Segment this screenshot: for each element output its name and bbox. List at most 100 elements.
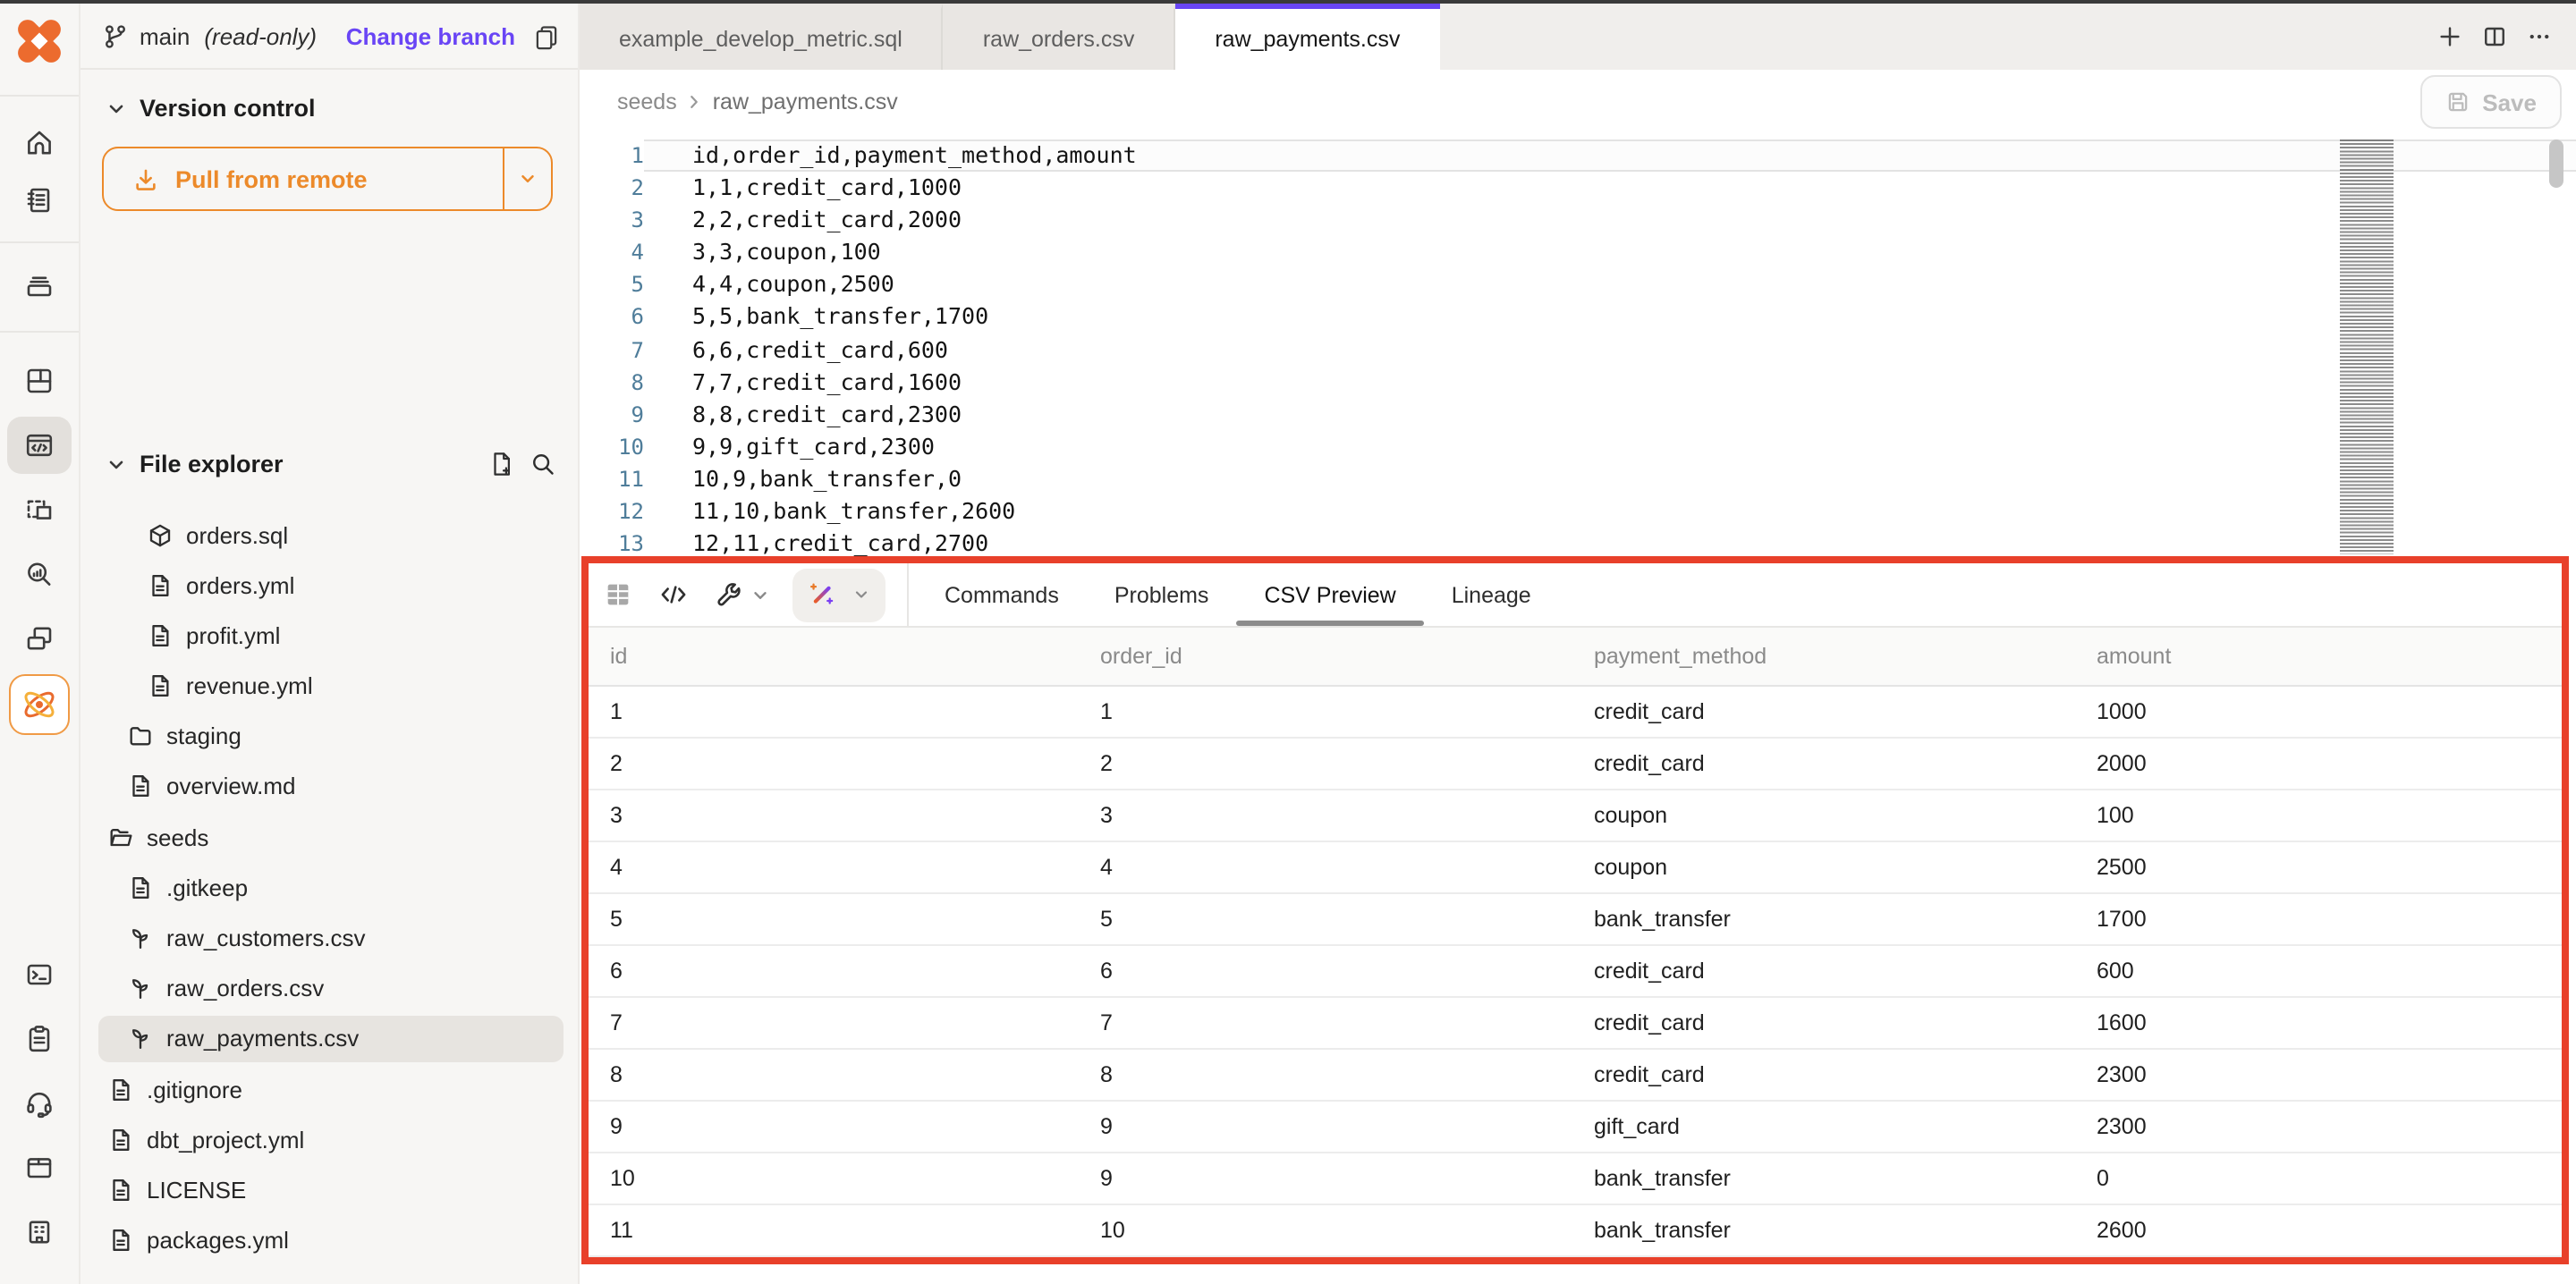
file-tree-item[interactable]: packages.yml (98, 1217, 564, 1263)
rail-nav-icon[interactable] (7, 172, 72, 229)
new-tab-icon[interactable] (2436, 23, 2463, 50)
search-icon[interactable] (530, 451, 556, 477)
chevron-down-icon[interactable] (750, 584, 771, 605)
pull-from-remote-button[interactable]: Pull from remote (102, 147, 553, 211)
panel-tab[interactable]: CSV Preview (1264, 563, 1395, 626)
tab-label: example_develop_metric.sql (619, 27, 902, 52)
code-text: id,order_id,payment_method,amount (692, 141, 1137, 168)
cell-id: 4 (610, 855, 1100, 880)
git-branch-icon (102, 22, 129, 49)
code-text: 3,3,coupon,100 (692, 239, 881, 266)
build-wrench-icon[interactable] (714, 579, 744, 610)
rail-nav-icon[interactable] (7, 1075, 72, 1132)
rail-nav-icon[interactable] (7, 481, 72, 538)
file-tree-item[interactable]: staging (98, 714, 564, 760)
code-editor[interactable]: 1 id,order_id,payment_method,amount 2 1,… (580, 134, 2576, 556)
file-name: seeds (147, 824, 208, 850)
results-table-icon[interactable] (603, 579, 633, 610)
column-header[interactable]: id (610, 644, 1100, 669)
file-tree-item[interactable]: raw_payments.csv (98, 1016, 564, 1062)
rail-nav-icon[interactable] (7, 352, 72, 410)
panel-tab[interactable]: Commands (945, 563, 1059, 626)
cell-order-id: 1 (1100, 699, 1594, 724)
file-tree-item[interactable]: profit.yml (98, 612, 564, 659)
code-view-icon[interactable] (658, 579, 689, 610)
editor-scrollbar[interactable] (2549, 139, 2563, 188)
magic-wand-icon (807, 579, 837, 610)
rail-nav-icon[interactable] (7, 946, 72, 1003)
code-text: 4,4,coupon,2500 (692, 271, 894, 298)
cell-amount: 1600 (2097, 1010, 2562, 1035)
file-tree-item[interactable]: raw_orders.csv (98, 965, 564, 1011)
code-text: 11,10,bank_transfer,2600 (692, 497, 1015, 524)
rail-nav-icon[interactable] (7, 1139, 72, 1196)
file-tree-item[interactable]: seeds (98, 814, 564, 860)
rail-nav-icon[interactable] (7, 545, 72, 603)
copy-icon[interactable] (533, 22, 560, 49)
column-header[interactable]: amount (2097, 644, 2562, 669)
rail-nav-icon[interactable] (7, 417, 72, 474)
branch-bar: main (read-only) Change branch (80, 4, 578, 70)
file-tree-item[interactable]: orders.yml (98, 562, 564, 608)
column-header[interactable]: payment_method (1594, 644, 2097, 669)
line-number: 12 (580, 495, 644, 528)
rail-nav-icon[interactable] (9, 674, 70, 735)
dbt-logo-icon[interactable] (7, 13, 72, 70)
cell-payment-method: credit_card (1594, 699, 2097, 724)
save-label: Save (2482, 89, 2537, 115)
cell-amount: 1000 (2097, 699, 2562, 724)
cell-payment-method: credit_card (1594, 751, 2097, 776)
column-header[interactable]: order_id (1100, 644, 1594, 669)
file-explorer-title: File explorer (140, 451, 284, 477)
cell-id: 10 (610, 1166, 1100, 1191)
rail-nav-icon[interactable] (7, 1204, 72, 1261)
split-editor-icon[interactable] (2481, 23, 2508, 50)
pull-button-label: Pull from remote (175, 165, 368, 192)
chevron-down-icon (106, 453, 127, 475)
file-tree-item[interactable]: overview.md (98, 764, 564, 810)
cell-payment-method: bank_transfer (1594, 1218, 2097, 1243)
file-explorer-header[interactable]: File explorer (80, 451, 578, 477)
breadcrumb: seeds raw_payments.csv (617, 89, 898, 114)
file-tree-item[interactable]: revenue.yml (98, 663, 564, 709)
cell-amount: 100 (2097, 803, 2562, 828)
file-tree-item[interactable]: .gitignore (98, 1066, 564, 1112)
rail-nav-icon[interactable] (7, 258, 72, 315)
editor-tab[interactable]: raw_payments.csv (1175, 4, 1439, 70)
file-tree-item[interactable]: dbt_project.yml (98, 1117, 564, 1163)
save-button[interactable]: Save (2419, 75, 2562, 129)
editor-tab-bar: example_develop_metric.sql raw_orders.cs… (580, 4, 2576, 70)
cell-order-id: 4 (1100, 855, 1594, 880)
editor-tab[interactable]: example_develop_metric.sql (580, 4, 944, 70)
change-branch-link[interactable]: Change branch (346, 22, 515, 49)
code-line: 6 5,5,bank_transfer,1700 (580, 301, 2576, 334)
breadcrumb-folder[interactable]: seeds (617, 89, 677, 114)
file-tree-item[interactable]: orders.sql (98, 511, 564, 558)
ai-assist-button[interactable] (792, 568, 886, 621)
file-tree-item[interactable]: LICENSE (98, 1167, 564, 1213)
minimap[interactable] (2340, 139, 2394, 554)
file-tree-item[interactable]: raw_customers.csv (98, 915, 564, 961)
rail-nav-icon[interactable] (7, 1010, 72, 1068)
cell-amount: 2600 (2097, 1218, 2562, 1243)
line-number: 4 (580, 237, 644, 269)
line-number: 6 (580, 301, 644, 334)
new-file-icon[interactable] (488, 451, 515, 477)
more-options-icon[interactable] (2526, 23, 2553, 50)
code-text: 12,11,credit_card,2700 (692, 529, 988, 556)
rail-nav-icon[interactable] (7, 610, 72, 667)
code-line: 2 1,1,credit_card,1000 (580, 172, 2576, 204)
file-tree-item[interactable]: .gitkeep (98, 865, 564, 911)
code-line: 10 9,9,gift_card,2300 (580, 431, 2576, 463)
cell-order-id: 9 (1100, 1114, 1594, 1139)
pull-options-caret[interactable] (503, 148, 551, 209)
cell-id: 11 (610, 1218, 1100, 1243)
panel-tab[interactable]: Lineage (1452, 563, 1531, 626)
rail-nav-icon[interactable] (7, 114, 72, 172)
toolbar-divider (907, 562, 909, 627)
version-control-header[interactable]: Version control (80, 95, 578, 122)
table-row: 1 1 credit_card 1000 (589, 687, 2562, 739)
code-line: 9 8,8,credit_card,2300 (580, 399, 2576, 431)
editor-tab[interactable]: raw_orders.csv (944, 4, 1176, 70)
panel-tab[interactable]: Problems (1114, 563, 1209, 626)
